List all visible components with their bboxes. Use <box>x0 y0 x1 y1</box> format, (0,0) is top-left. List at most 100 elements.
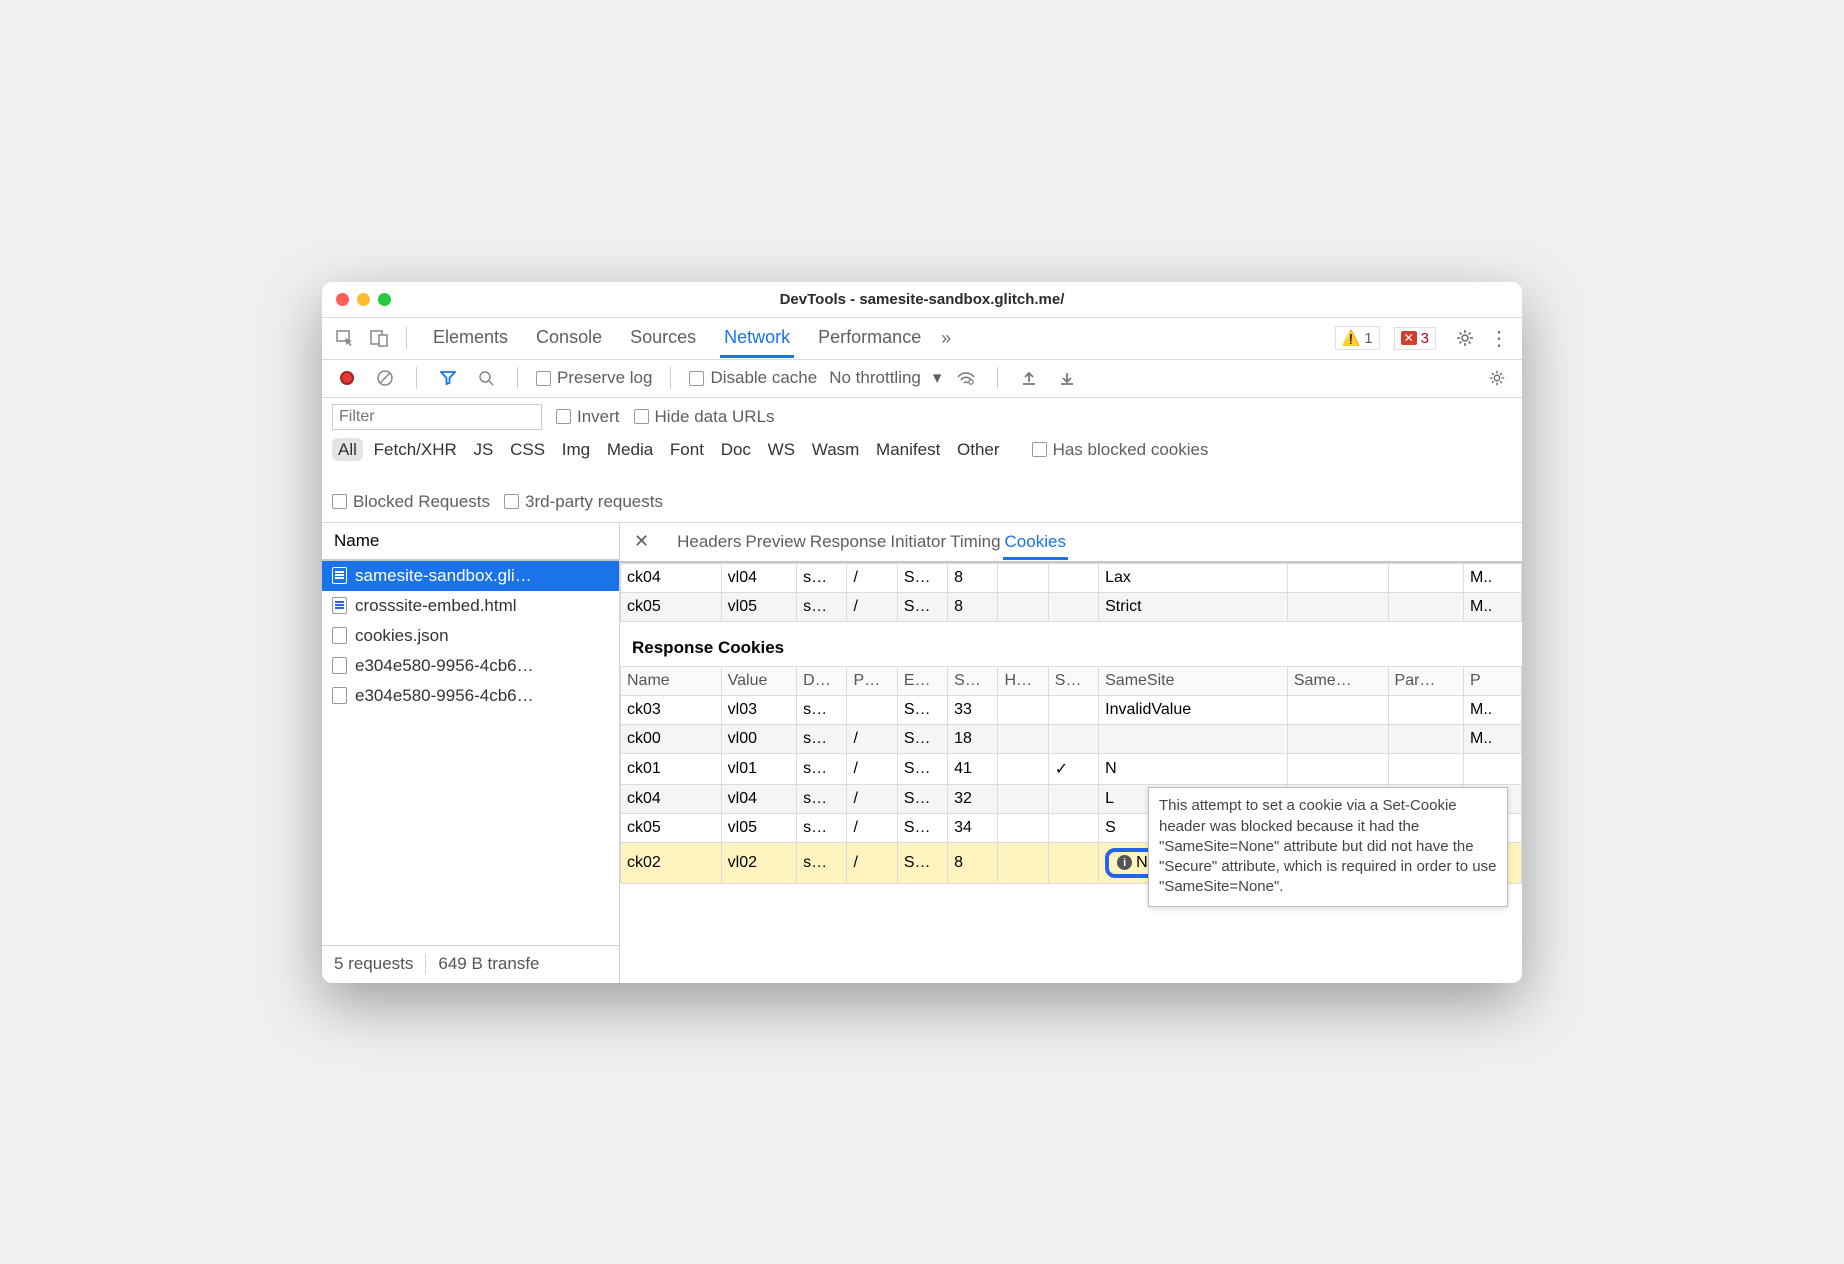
network-settings-icon[interactable] <box>1484 365 1510 391</box>
column-header[interactable]: Same… <box>1287 666 1388 695</box>
warning-count: 1 <box>1364 330 1372 347</box>
status-bar: 5 requests 649 B transfe <box>322 945 619 983</box>
response-cookies-heading: Response Cookies <box>620 622 1522 666</box>
main-tab-console[interactable]: Console <box>532 318 606 358</box>
file-icon <box>332 627 347 644</box>
request-name: crosssite-embed.html <box>355 596 517 616</box>
window-title: DevTools - samesite-sandbox.glitch.me/ <box>322 291 1522 308</box>
chevron-down-icon: ▾ <box>933 368 942 388</box>
column-header[interactable]: S… <box>1048 666 1098 695</box>
settings-icon[interactable] <box>1452 325 1478 351</box>
upload-har-icon[interactable] <box>1016 365 1042 391</box>
main-tabs: Elements Console Sources Network Performance <box>429 318 925 358</box>
detail-tab-preview[interactable]: Preview <box>743 524 807 557</box>
blocked-requests-checkbox[interactable]: Blocked Requests <box>332 492 490 512</box>
column-header[interactable]: P… <box>847 666 897 695</box>
inspect-icon[interactable] <box>332 325 358 351</box>
has-blocked-cookies-checkbox[interactable]: Has blocked cookies <box>1032 440 1209 460</box>
content-area: Name samesite-sandbox.gli… crosssite-embe… <box>322 523 1522 983</box>
throttling-select[interactable]: No throttling▾ <box>829 368 941 388</box>
cookie-row[interactable]: ck03vl03s…S…33InvalidValueM.. <box>621 695 1522 724</box>
column-header[interactable]: Name <box>621 666 722 695</box>
column-header[interactable]: E… <box>897 666 947 695</box>
type-filter-media[interactable]: Media <box>601 438 659 461</box>
errors-badge[interactable]: ✕ 3 <box>1394 327 1436 350</box>
request-name: cookies.json <box>355 626 449 646</box>
main-tab-network[interactable]: Network <box>720 318 794 358</box>
detail-tab-response[interactable]: Response <box>808 524 889 557</box>
column-header[interactable]: Par… <box>1388 666 1464 695</box>
type-filter-all[interactable]: All <box>332 438 363 461</box>
request-row[interactable]: crosssite-embed.html <box>322 591 619 621</box>
type-filter-css[interactable]: CSS <box>504 438 551 461</box>
window-controls <box>322 293 391 306</box>
request-count: 5 requests <box>322 954 426 974</box>
cookie-row[interactable]: ck04vl04s…/S…8LaxM.. <box>621 563 1522 592</box>
hide-data-urls-checkbox[interactable]: Hide data URLs <box>634 407 775 427</box>
file-icon <box>332 597 347 614</box>
type-filter-wasm[interactable]: Wasm <box>806 438 866 461</box>
more-tabs-icon[interactable]: » <box>933 325 959 351</box>
third-party-checkbox[interactable]: 3rd-party requests <box>504 492 663 512</box>
main-tab-sources[interactable]: Sources <box>626 318 700 358</box>
main-toolbar: Elements Console Sources Network Performance… <box>322 318 1522 360</box>
preserve-log-checkbox[interactable]: Preserve log <box>536 368 652 388</box>
network-toolbar: Preserve log Disable cache No throttling… <box>322 360 1522 398</box>
main-tab-elements[interactable]: Elements <box>429 318 512 358</box>
file-icon <box>332 657 347 674</box>
request-row[interactable]: e304e580-9956-4cb6… <box>322 681 619 711</box>
type-filter-img[interactable]: Img <box>556 438 596 461</box>
type-filter-ws[interactable]: WS <box>762 438 801 461</box>
info-icon: i <box>1117 855 1132 870</box>
request-name: e304e580-9956-4cb6… <box>355 686 534 706</box>
filter-input[interactable] <box>332 404 542 430</box>
detail-tab-cookies[interactable]: Cookies <box>1003 524 1068 560</box>
detail-tab-timing[interactable]: Timing <box>948 524 1002 557</box>
type-filter-other[interactable]: Other <box>951 438 1006 461</box>
type-filter-fetch-xhr[interactable]: Fetch/XHR <box>368 438 463 461</box>
device-toggle-icon[interactable] <box>366 325 392 351</box>
type-filter-manifest[interactable]: Manifest <box>870 438 946 461</box>
minimize-window-button[interactable] <box>357 293 370 306</box>
type-filter-font[interactable]: Font <box>664 438 710 461</box>
close-window-button[interactable] <box>336 293 349 306</box>
column-header[interactable]: Value <box>721 666 797 695</box>
maximize-window-button[interactable] <box>378 293 391 306</box>
request-list-header: Name <box>322 523 619 561</box>
type-filter-doc[interactable]: Doc <box>715 438 757 461</box>
network-conditions-icon[interactable] <box>953 365 979 391</box>
request-row[interactable]: e304e580-9956-4cb6… <box>322 651 619 681</box>
request-list-panel: Name samesite-sandbox.gli… crosssite-embe… <box>322 523 620 983</box>
cookie-row[interactable]: ck01vl01s…/S…41✓N <box>621 753 1522 784</box>
request-row[interactable]: cookies.json <box>322 621 619 651</box>
titlebar: DevTools - samesite-sandbox.glitch.me/ <box>322 282 1522 318</box>
download-har-icon[interactable] <box>1054 365 1080 391</box>
kebab-menu-icon[interactable]: ⋮ <box>1486 325 1512 351</box>
request-details-panel: ✕ HeadersPreviewResponseInitiatorTimingC… <box>620 523 1522 983</box>
search-icon[interactable] <box>473 365 499 391</box>
request-name: samesite-sandbox.gli… <box>355 566 532 586</box>
filter-icon[interactable] <box>435 365 461 391</box>
column-header[interactable]: SameSite <box>1099 666 1288 695</box>
cookie-row[interactable]: ck05vl05s…/S…8StrictM.. <box>621 592 1522 621</box>
column-header[interactable]: H… <box>998 666 1048 695</box>
invert-checkbox[interactable]: Invert <box>556 407 620 427</box>
disable-cache-checkbox[interactable]: Disable cache <box>689 368 817 388</box>
request-list: samesite-sandbox.gli… crosssite-embed.htm… <box>322 561 619 945</box>
error-icon: ✕ <box>1401 331 1417 345</box>
main-tab-performance[interactable]: Performance <box>814 318 925 358</box>
clear-icon[interactable] <box>372 365 398 391</box>
cookie-row[interactable]: ck00vl00s…/S…18M.. <box>621 724 1522 753</box>
request-name: e304e580-9956-4cb6… <box>355 656 534 676</box>
detail-tab-initiator[interactable]: Initiator <box>888 524 948 557</box>
column-header[interactable]: D… <box>797 666 847 695</box>
request-row[interactable]: samesite-sandbox.gli… <box>322 561 619 591</box>
record-button[interactable] <box>334 365 360 391</box>
type-filter-js[interactable]: JS <box>468 438 500 461</box>
warnings-badge[interactable]: ⚠️ 1 <box>1335 326 1380 350</box>
samesite-tooltip: This attempt to set a cookie via a Set-C… <box>1148 787 1508 906</box>
detail-tab-headers[interactable]: Headers <box>675 524 743 557</box>
column-header[interactable]: S… <box>948 666 998 695</box>
close-details-icon[interactable]: ✕ <box>630 531 653 552</box>
column-header[interactable]: P <box>1464 666 1522 695</box>
